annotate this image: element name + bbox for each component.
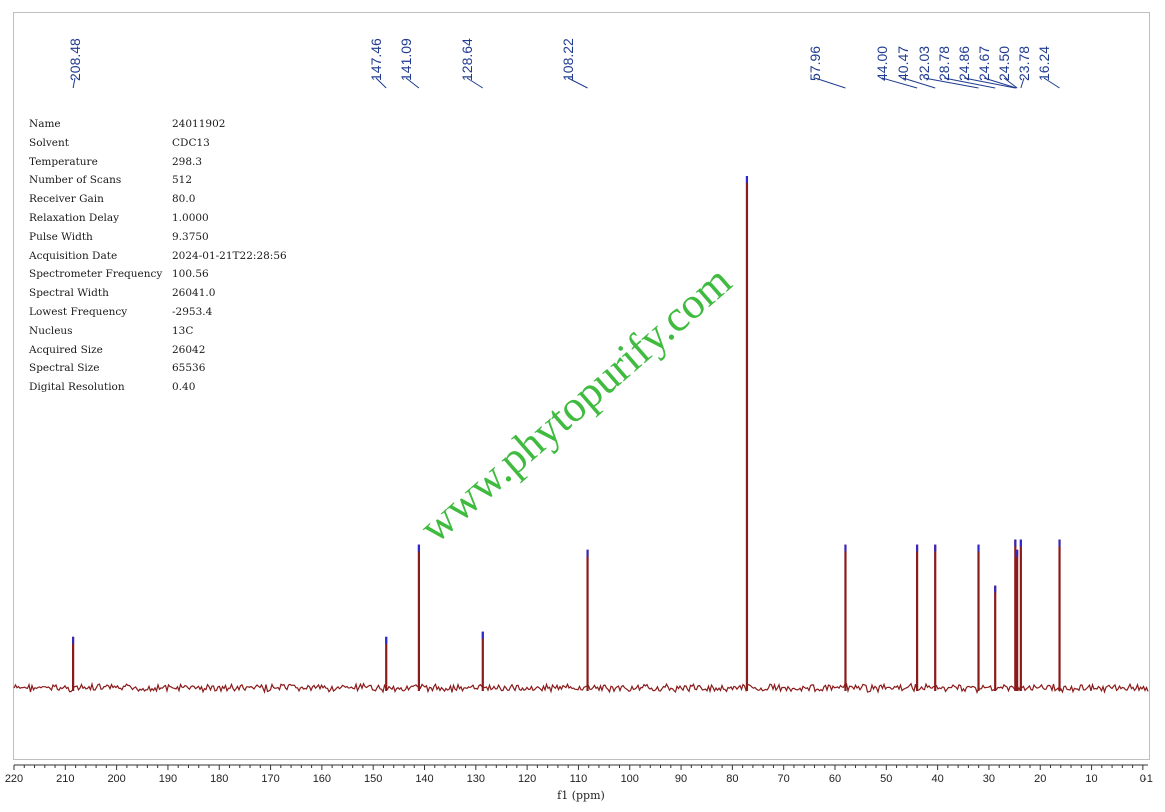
peak-label: 208.48 — [67, 38, 83, 81]
x-axis-label: f1 (ppm) — [557, 789, 605, 802]
x-tick-label: 30 — [983, 773, 995, 785]
x-tick-label: 80 — [726, 773, 738, 785]
x-tick-label: 100 — [621, 773, 639, 785]
x-tick-label: 190 — [159, 773, 177, 785]
watermark: www.phytopurify.com — [410, 256, 740, 552]
x-tick-label: 110 — [570, 773, 588, 785]
x-tick-label: 120 — [518, 773, 536, 785]
peak-label: 32.03 — [916, 46, 932, 81]
x-tick-label: 200 — [107, 773, 125, 785]
x-tick-label: 50 — [880, 773, 892, 785]
x-tick-label: 220 — [5, 773, 23, 785]
x-tick-label: 60 — [829, 773, 841, 785]
peak-label: 40.47 — [895, 46, 911, 81]
x-tick-label: 140 — [415, 773, 433, 785]
x-tick-label: 170 — [261, 773, 279, 785]
peak-label: 57.96 — [807, 46, 823, 81]
peak-labels: 208.48 147.46 141.09 128.64 108.22 57.96 44.00… — [67, 38, 1060, 89]
x-axis: 220 210 200 190 180 170 160 150 140 130 120 110 100 9… — [5, 764, 1153, 802]
peak-leader — [814, 77, 846, 89]
x-tick-label: 20 — [1034, 773, 1046, 785]
peak-label: 24.67 — [976, 46, 992, 81]
x-tick-label: -1 — [1143, 773, 1153, 785]
peak-label: 44.00 — [874, 46, 890, 81]
watermark-text: www.phytopurify.com — [410, 256, 740, 552]
peak-label: 23.78 — [1016, 46, 1032, 81]
x-tick-label: 130 — [467, 773, 485, 785]
peak-leader — [567, 77, 588, 89]
peak-label: 28.78 — [936, 46, 952, 81]
x-tick-label: 150 — [364, 773, 382, 785]
x-tick-label: 160 — [313, 773, 331, 785]
peak-label: 141.09 — [398, 38, 414, 81]
x-tick-label: 10 — [1085, 773, 1097, 785]
peak-label: 24.50 — [996, 46, 1012, 81]
nmr-spectrum-chart: www.phytopurify.com 208.48 147.46 141.09 12… — [5, 38, 1153, 802]
peak-label: 147.46 — [368, 38, 384, 81]
x-tick-label: 40 — [931, 773, 943, 785]
x-tick-label: 180 — [210, 773, 228, 785]
peak-label: 16.24 — [1036, 46, 1052, 81]
peak-label: 24.86 — [956, 46, 972, 81]
peak-label: 128.64 — [459, 38, 475, 81]
x-tick-label: 70 — [778, 773, 790, 785]
peak-label: 108.22 — [560, 38, 576, 81]
x-tick-label: 90 — [675, 773, 687, 785]
x-tick-label: 210 — [56, 773, 74, 785]
